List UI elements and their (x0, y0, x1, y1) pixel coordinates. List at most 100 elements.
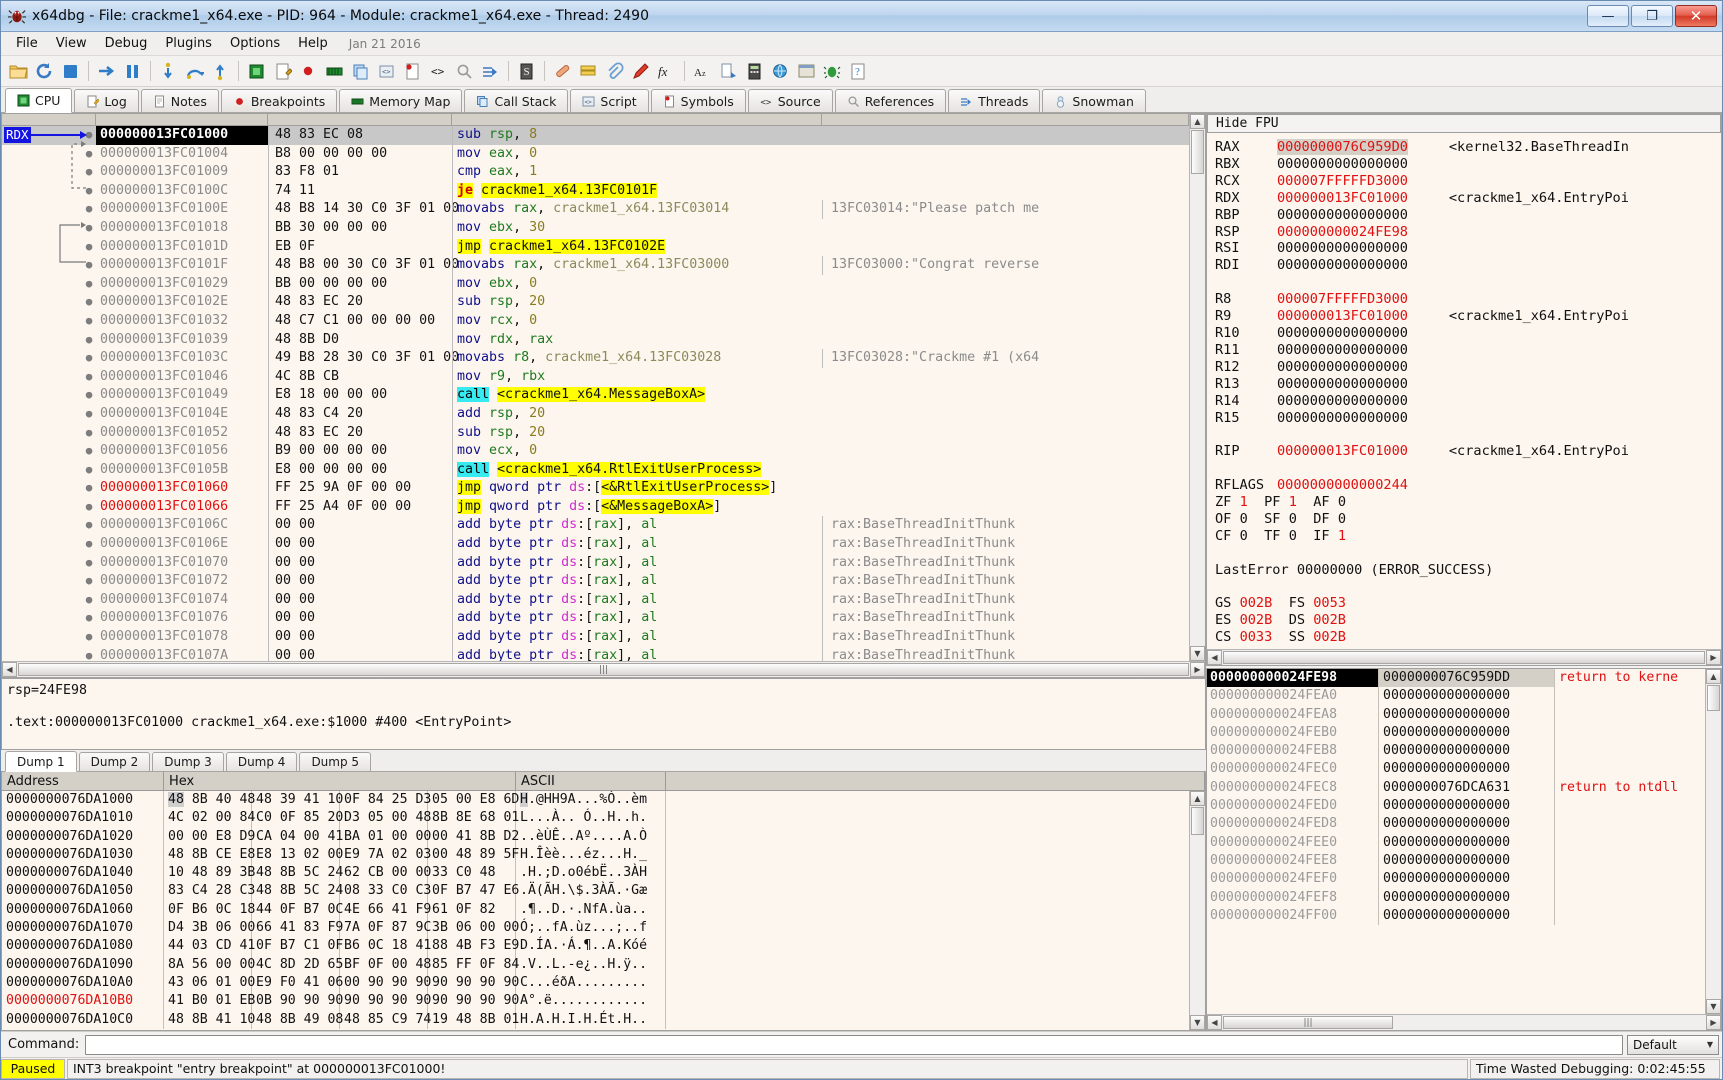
scroll-right-icon[interactable]: ▶ (1190, 662, 1205, 677)
dump-hex-group[interactable]: 4C 8D 2D 65 (252, 955, 343, 974)
dump-header-ascii[interactable]: ASCII (516, 772, 666, 790)
stack-row[interactable]: 000000000024FEB0 0000000000000000 (1207, 723, 1705, 743)
az-icon[interactable]: Az (690, 59, 715, 84)
dump-hex-group[interactable]: BF 0F 00 48 (340, 955, 431, 974)
dump-hex-group[interactable]: 3B 06 00 00 (428, 919, 519, 938)
breakpoint-dot-icon[interactable]: ● (82, 405, 96, 424)
row-address[interactable]: 000000013FC01018 (96, 219, 268, 238)
breakpoint-dot-icon[interactable]: ● (82, 647, 96, 661)
row-address[interactable]: 000000013FC01009 (96, 163, 268, 182)
breakpoint-dot-icon[interactable]: ● (82, 628, 96, 647)
dump-row-ascii[interactable]: A°.ë............ (516, 992, 666, 1011)
dump-tab-dump-4[interactable]: Dump 4 (225, 752, 298, 771)
stack-value[interactable]: 0000000000000000 (1379, 687, 1555, 706)
stack-row[interactable]: 000000000024FEC8 0000000076DCA631 return… (1207, 778, 1705, 798)
dump-hex-group[interactable]: 48 8B CE E8 (164, 845, 255, 865)
stack-value[interactable]: 0000000076C959DD (1379, 669, 1555, 688)
stack-value[interactable]: 0000000000000000 (1379, 705, 1555, 724)
stack-row[interactable]: 000000000024FEA0 0000000000000000 (1207, 687, 1705, 706)
register-row-r13[interactable]: R13 0000000000000000 (1215, 376, 1721, 393)
dump-hex-group[interactable]: 0F 84 25 D3 (340, 791, 431, 810)
dump-row[interactable]: 0000000076DA1070 D4 3B 06 00 66 41 83 F9 7… (2, 919, 1189, 938)
register-value[interactable]: 0000000000000000 (1277, 240, 1408, 256)
dump-hex-group[interactable]: 10 48 89 3B (164, 864, 255, 883)
segment-row-0[interactable]: GS 002B FS 0053 (1215, 595, 1721, 612)
dump-row[interactable]: 0000000076DA1020 00 00 E8 D9 CA 04 00 41 B… (2, 827, 1189, 846)
call-stack-icon[interactable] (348, 59, 373, 84)
dump-hex-group[interactable]: 4C 02 00 84 (164, 809, 255, 828)
row-address[interactable]: 000000013FC01029 (96, 275, 268, 294)
disassembly-row[interactable]: ● 000000013FC01000 48 83 EC 08 sub rsp, … (2, 126, 1189, 145)
dump-hex-group[interactable]: 00 41 8B D2 (428, 827, 519, 846)
breakpoint-dot-icon[interactable]: ● (82, 182, 96, 201)
breakpoint-dot-icon[interactable]: ● (82, 219, 96, 238)
disassembly-row[interactable]: ● 000000013FC01046 4C 8B CB mov r9, rbx (2, 367, 1189, 387)
register-row-rsi[interactable]: RSI 0000000000000000 (1215, 240, 1721, 257)
dump-row-ascii[interactable]: C...éðA......... (516, 973, 666, 993)
segment-row-2[interactable]: CS 0033 SS 002B (1215, 629, 1721, 646)
breakpoint-dot-icon[interactable]: ● (82, 331, 96, 350)
dump-tab-dump-3[interactable]: Dump 3 (152, 752, 224, 771)
stack-address[interactable]: 000000000024FEF0 (1207, 870, 1379, 889)
stack-row[interactable]: 000000000024FED8 0000000000000000 (1207, 815, 1705, 834)
dump-row-address[interactable]: 0000000076DA1030 (2, 845, 164, 865)
stack-row[interactable]: 000000000024FEA8 0000000000000000 (1207, 705, 1705, 724)
snowman-icon[interactable]: S (514, 59, 539, 84)
tab-breakpoints[interactable]: Breakpoints (220, 89, 338, 112)
disassembly-row[interactable]: ● 000000013FC01009 83 F8 01 cmp eax, 1 (2, 163, 1189, 182)
dump-row-address[interactable]: 0000000076DA1000 (2, 791, 164, 810)
register-value[interactable]: 0000000000000000 (1277, 325, 1408, 341)
register-row-rbx[interactable]: RBX 0000000000000000 (1215, 156, 1721, 173)
scroll-up-icon[interactable]: ▲ (1706, 669, 1721, 684)
breakpoint-dot-icon[interactable]: ● (82, 572, 96, 591)
register-row-rbp[interactable]: RBP 0000000000000000 (1215, 207, 1721, 224)
dump-hex-group[interactable]: 0B 90 90 90 (252, 992, 343, 1011)
row-address[interactable]: 000000013FC01039 (96, 331, 268, 350)
register-row-rcx[interactable]: RCX 000007FFFFFD3000 (1215, 173, 1721, 190)
dump-hex-group[interactable]: 0F B7 C1 0F (252, 937, 343, 956)
attach-icon[interactable] (602, 59, 627, 84)
dump-hex-group[interactable]: E8 13 02 00 (252, 845, 343, 865)
breakpoint-dot-icon[interactable]: ● (82, 349, 96, 368)
notes-icon[interactable] (576, 59, 601, 84)
scroll-left-icon[interactable]: ◀ (1207, 650, 1222, 665)
stack-address[interactable]: 000000000024FEA8 (1207, 705, 1379, 724)
bug-green-icon[interactable] (820, 59, 845, 84)
dump-header-address[interactable]: Address (2, 772, 164, 790)
breakpoint-dot-icon[interactable]: ● (82, 163, 96, 182)
dump-row-ascii[interactable]: H.Îèè...éz...H._ (516, 845, 666, 865)
source-icon[interactable]: <> (426, 59, 451, 84)
dump-hex-group[interactable]: 08 33 C0 C3 (340, 882, 431, 901)
row-address[interactable]: 000000013FC01056 (96, 442, 268, 461)
row-address[interactable]: 000000013FC01052 (96, 424, 268, 443)
stack-row[interactable]: 000000000024FEB8 0000000000000000 (1207, 742, 1705, 761)
tab-references[interactable]: References (834, 89, 947, 112)
dump-hex-group[interactable]: 61 0F 82 (428, 900, 516, 920)
dump-hex-group[interactable]: 90 90 90 90 (428, 992, 519, 1011)
register-value[interactable]: 0000000000000000 (1277, 156, 1408, 172)
register-row-r9[interactable]: R9 000000013FC01000 <crackme1_x64.EntryPo… (1215, 308, 1721, 325)
breakpoint-dot-icon[interactable]: ● (82, 368, 96, 387)
stack-value[interactable]: 0000000000000000 (1379, 870, 1555, 889)
stack-address[interactable]: 000000000024FEF8 (1207, 888, 1379, 907)
dump-row[interactable]: 0000000076DA1050 83 C4 28 C3 48 8B 5C 24 0… (2, 882, 1189, 901)
dump-row-address[interactable]: 0000000076DA1070 (2, 919, 164, 938)
dump-row-address[interactable]: 0000000076DA1040 (2, 864, 164, 883)
row-address[interactable]: 000000013FC0102E (96, 293, 268, 312)
dump-hex-group[interactable]: 7A 0F 87 9C (340, 919, 431, 938)
dump-row[interactable]: 0000000076DA1040 10 48 89 3B 48 8B 5C 24 6… (2, 864, 1189, 883)
row-address[interactable]: 000000013FC0103C (96, 349, 268, 368)
stack-row[interactable]: 000000000024FEF8 0000000000000000 (1207, 888, 1705, 907)
register-value[interactable]: 0000000000000000 (1277, 342, 1408, 358)
flag-zf[interactable]: ZF 1 (1215, 494, 1248, 510)
dump-hex-group[interactable]: 43 06 01 00 (164, 973, 255, 993)
dump-row-address[interactable]: 0000000076DA1050 (2, 882, 164, 901)
menu-file[interactable]: File (7, 34, 47, 53)
breakpoint-dot-icon[interactable]: ● (82, 145, 96, 164)
register-value[interactable]: 000000013FC01000 (1277, 190, 1408, 206)
dump-hex-group[interactable]: 48 8B 40 48 (164, 791, 255, 810)
registers-hscrollbar[interactable]: ◀ ▶ (1207, 649, 1721, 665)
dump-hex-group[interactable]: 05 00 E8 6D (428, 791, 519, 810)
dump-row[interactable]: 0000000076DA10C0 48 8B 41 10 48 8B 49 08 4… (2, 1010, 1189, 1029)
dump-hex-group[interactable]: 88 4B F3 E9 (428, 937, 519, 956)
